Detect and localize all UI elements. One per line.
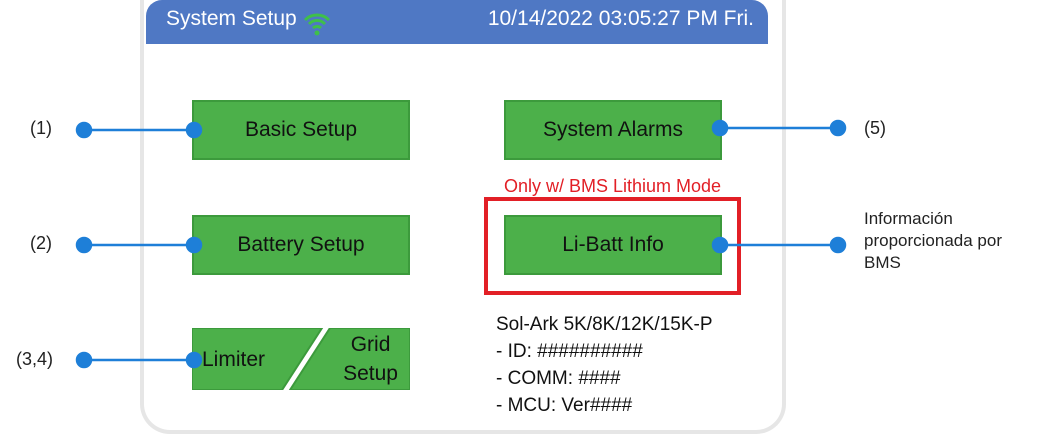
- callout-dot: [185, 121, 203, 139]
- callout-dot: [75, 351, 93, 369]
- callout-label-5: (5): [864, 118, 886, 138]
- id-text: - ID: ##########: [496, 341, 643, 362]
- callout-dot: [75, 236, 93, 254]
- callout-label-bms-info: Información proporcionada por BMS: [864, 209, 1002, 272]
- mcu-text: - MCU: Ver####: [496, 395, 633, 416]
- callout-label-3-4: (3,4): [16, 349, 54, 369]
- callout-dot: [711, 236, 729, 254]
- callout-dot: [185, 351, 203, 369]
- model-text: Sol-Ark 5K/8K/12K/15K-P: [496, 314, 713, 335]
- callout-dot: [185, 236, 203, 254]
- callout-label-2: (2): [30, 233, 52, 253]
- callout-dot: [711, 119, 729, 137]
- device-info: Sol-Ark 5K/8K/12K/15K-P - ID: ##########…: [496, 311, 713, 419]
- callout-label-1: (1): [30, 118, 52, 138]
- callout-dot: [75, 121, 93, 139]
- callout-dot: [829, 119, 847, 137]
- callout-dot: [829, 236, 847, 254]
- comm-text: - COMM: ####: [496, 368, 621, 389]
